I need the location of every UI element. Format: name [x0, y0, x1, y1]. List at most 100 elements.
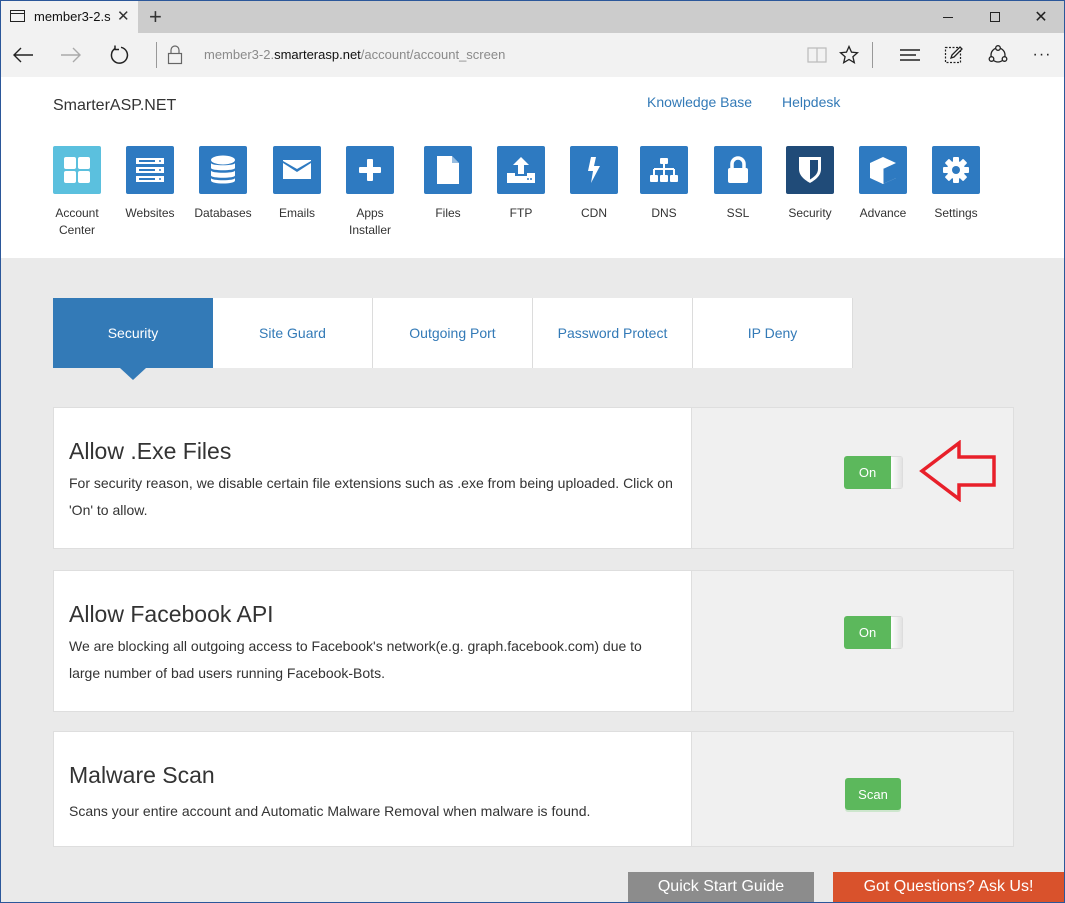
app-ftp[interactable]: FTP: [485, 146, 557, 222]
panel-allow-exe: Allow .Exe Files For security reason, we…: [53, 407, 1014, 549]
app-label: Settings: [934, 206, 978, 220]
panel-description: For security reason, we disable certain …: [69, 475, 673, 518]
toggle-knob: [891, 616, 903, 649]
app-label: Databases: [194, 206, 252, 220]
app-websites[interactable]: Websites: [114, 146, 186, 222]
shield-icon: [799, 157, 821, 183]
close-tab-icon[interactable]: ✕: [117, 7, 130, 25]
app-label: Files: [435, 206, 461, 220]
lock-icon: [167, 45, 183, 65]
app-settings[interactable]: Settings: [920, 146, 992, 222]
app-files[interactable]: Files: [412, 146, 484, 222]
tab-password-protect[interactable]: Password Protect: [533, 298, 693, 368]
annotation-arrow-icon: [919, 440, 996, 502]
separator: [872, 42, 873, 68]
app-label: Security: [788, 206, 832, 220]
maximize-icon: [990, 12, 1000, 22]
ask-us-button[interactable]: Got Questions? Ask Us!: [833, 872, 1064, 902]
tab-strip: member3-2.s ✕ + ✕: [1, 1, 1064, 33]
app-label: Emails: [278, 206, 315, 220]
new-tab-icon[interactable]: +: [149, 4, 162, 30]
app-apps-installer[interactable]: Apps Installer: [334, 146, 406, 239]
page-icon: [10, 10, 25, 22]
back-button[interactable]: [7, 39, 39, 71]
minimize-icon: [943, 16, 953, 18]
share-icon: [988, 45, 1008, 63]
panel-title: Allow Facebook API: [69, 601, 274, 627]
url-domain: smarterasp.net: [274, 47, 361, 62]
app-label: CDN: [581, 206, 607, 220]
server-icon: [136, 158, 164, 182]
app-label: Account Center: [55, 206, 99, 237]
gear-icon: [943, 157, 969, 183]
favorite-button[interactable]: [833, 39, 865, 71]
quick-start-guide-button[interactable]: Quick Start Guide: [628, 872, 814, 902]
database-icon: [211, 155, 235, 184]
browser-tab[interactable]: member3-2.s ✕: [1, 1, 138, 33]
close-icon: ✕: [1034, 9, 1048, 26]
more-icon: ···: [1032, 46, 1052, 63]
app-ssl[interactable]: SSL: [702, 146, 774, 222]
sitemap-icon: [650, 158, 678, 182]
close-window-button[interactable]: ✕: [1018, 1, 1064, 33]
tab-title: member3-2.s: [34, 9, 111, 24]
reading-view-icon: [807, 47, 827, 63]
back-arrow-icon: [13, 47, 33, 63]
site-header: SmarterASP.NET Knowledge Base Helpdesk A…: [1, 77, 1064, 258]
app-advance[interactable]: Advance: [847, 146, 919, 222]
app-label: Websites: [125, 206, 175, 220]
allow-facebook-api-toggle[interactable]: On: [844, 616, 903, 649]
security-tabs: Security Site Guard Outgoing Port Passwo…: [53, 298, 853, 380]
tab-security[interactable]: Security: [53, 298, 213, 380]
tab-ip-deny[interactable]: IP Deny: [693, 298, 853, 368]
forward-button[interactable]: [55, 39, 87, 71]
envelope-icon: [283, 160, 311, 179]
share-button[interactable]: [982, 39, 1014, 71]
minimize-button[interactable]: [925, 1, 971, 33]
address-bar[interactable]: member3-2.smarterasp.net/account/account…: [204, 47, 505, 62]
app-security[interactable]: Security: [774, 146, 846, 222]
hub-button[interactable]: [894, 39, 926, 71]
forward-arrow-icon: [61, 47, 81, 63]
brand-logo[interactable]: SmarterASP.NET: [53, 97, 176, 115]
allow-exe-toggle[interactable]: On: [844, 456, 903, 489]
panel-allow-facebook-api: Allow Facebook API We are blocking all o…: [53, 570, 1014, 712]
toggle-knob: [891, 456, 903, 489]
app-cdn[interactable]: CDN: [558, 146, 630, 222]
tab-site-guard[interactable]: Site Guard: [213, 298, 373, 368]
app-label: FTP: [509, 206, 533, 220]
app-label: DNS: [651, 206, 677, 220]
hub-icon: [900, 49, 920, 61]
file-icon: [437, 156, 459, 184]
maximize-button[interactable]: [972, 1, 1018, 33]
app-label: Advance: [859, 206, 907, 220]
scan-button[interactable]: Scan: [845, 778, 901, 810]
helpdesk-link[interactable]: Helpdesk: [782, 94, 840, 110]
url-prefix: member3-2.: [204, 47, 275, 62]
separator: [156, 42, 157, 68]
web-note-icon: [944, 46, 963, 64]
reading-view-button[interactable]: [801, 39, 833, 71]
panel-malware-scan: Malware Scan Scans your entire account a…: [53, 731, 1014, 847]
navigation-bar: member3-2.smarterasp.net/account/account…: [1, 33, 1064, 77]
toggle-label: On: [844, 456, 891, 489]
cube-icon: [870, 157, 896, 184]
refresh-button[interactable]: [103, 39, 135, 71]
panel-description: We are blocking all outgoing access to F…: [69, 638, 642, 681]
app-account-center[interactable]: Account Center: [41, 146, 113, 239]
tab-outgoing-port[interactable]: Outgoing Port: [373, 298, 533, 368]
app-emails[interactable]: Emails: [261, 146, 333, 222]
knowledge-base-link[interactable]: Knowledge Base: [647, 94, 752, 110]
bolt-icon: [588, 157, 600, 183]
more-button[interactable]: ···: [1026, 39, 1058, 71]
app-label: Apps Installer: [348, 206, 392, 237]
star-icon: [839, 45, 859, 65]
plus-icon: [359, 159, 381, 181]
panel-title: Malware Scan: [69, 762, 215, 788]
refresh-icon: [110, 45, 129, 64]
toggle-label: On: [844, 616, 891, 649]
web-note-button[interactable]: [938, 39, 970, 71]
app-dns[interactable]: DNS: [628, 146, 700, 222]
app-databases[interactable]: Databases: [187, 146, 259, 222]
panel-title: Allow .Exe Files: [69, 438, 232, 464]
